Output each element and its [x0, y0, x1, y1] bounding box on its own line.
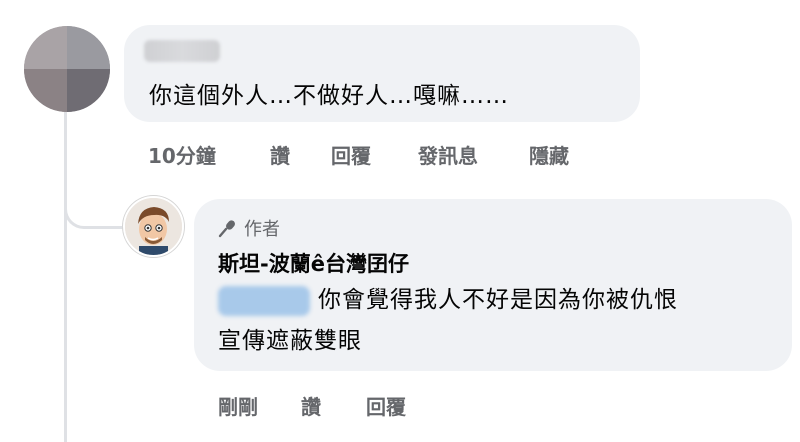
reply-text-line2: 宣傳遮蔽雙眼	[218, 328, 362, 354]
avatar-pixel	[67, 26, 110, 69]
commenter-avatar[interactable]	[24, 26, 110, 112]
avatar-pixel	[67, 69, 110, 112]
author-avatar[interactable]	[123, 196, 184, 257]
reply-timestamp[interactable]: 剛剛	[218, 391, 258, 420]
reply-text-line1: 你會覺得我人不好是因為你被仇恨	[318, 287, 678, 313]
reply-like-button[interactable]: 讚	[301, 391, 321, 420]
reply-reply-button[interactable]: 回覆	[366, 391, 406, 420]
hide-button[interactable]: 隱藏	[529, 140, 569, 169]
cartoon-avatar-icon	[125, 198, 182, 255]
thread-line	[64, 112, 67, 442]
like-button[interactable]: 讚	[270, 140, 290, 169]
reply-button[interactable]: 回覆	[331, 140, 371, 169]
avatar-pixel	[24, 69, 67, 112]
author-badge-label: 作者	[244, 219, 280, 240]
send-message-button[interactable]: 發訊息	[418, 140, 478, 169]
microphone-icon	[218, 220, 235, 238]
author-name[interactable]: 斯坦-波蘭ê台灣囝仔	[218, 248, 409, 278]
comment-timestamp[interactable]: 10分鐘	[148, 140, 216, 169]
reply-connector	[64, 180, 125, 229]
author-badge: 作者	[218, 215, 280, 241]
avatar-pixel	[24, 26, 67, 69]
comment-text: 你這個外人…不做好人…嘎嘛……	[149, 83, 509, 109]
mention-tag-redacted[interactable]	[218, 286, 310, 316]
commenter-name-redacted[interactable]	[144, 40, 220, 62]
